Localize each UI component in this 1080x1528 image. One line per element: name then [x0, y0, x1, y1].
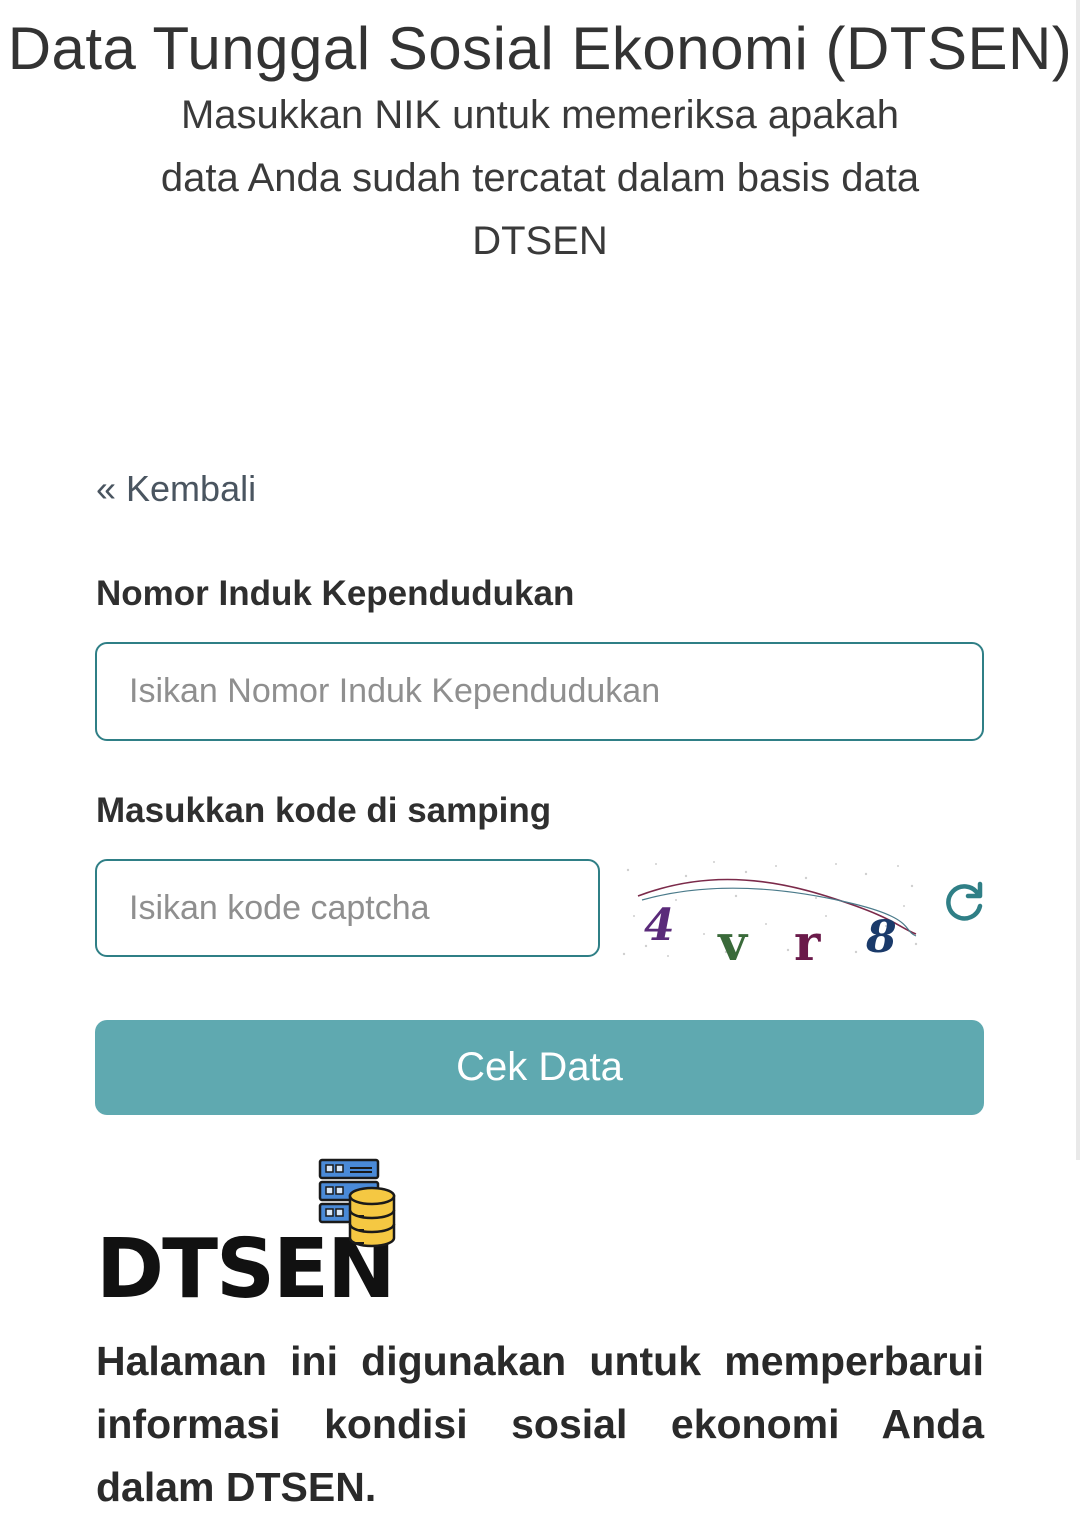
nik-input[interactable]	[95, 642, 984, 741]
captcha-char-3: r	[794, 913, 821, 960]
refresh-icon[interactable]	[940, 878, 988, 926]
page-subtitle: Masukkan NIK untuk memeriksa apakah data…	[160, 93, 920, 263]
cek-data-button[interactable]: Cek Data	[95, 1020, 984, 1115]
captcha-char-2: y	[717, 913, 749, 960]
dtsen-logo: DTSEN	[96, 1156, 416, 1317]
nik-label: Nomor Induk Kependudukan	[96, 574, 575, 613]
server-database-icon	[318, 1158, 396, 1248]
page-header: Data Tunggal Sosial Ekonomi (DTSEN) Masu…	[0, 18, 1080, 273]
captcha-input[interactable]	[95, 859, 600, 957]
captcha-char-4: 8	[865, 912, 897, 960]
page-title: Data Tunggal Sosial Ekonomi (DTSEN)	[7, 15, 1073, 82]
back-link[interactable]: « Kembali	[96, 468, 256, 510]
page-description: Halaman ini digunakan untuk memperbarui …	[96, 1338, 984, 1510]
captcha-label: Masukkan kode di samping	[96, 791, 552, 830]
captcha-char-1: 4	[644, 900, 675, 951]
captcha-image: 4 y r 8	[622, 861, 918, 960]
